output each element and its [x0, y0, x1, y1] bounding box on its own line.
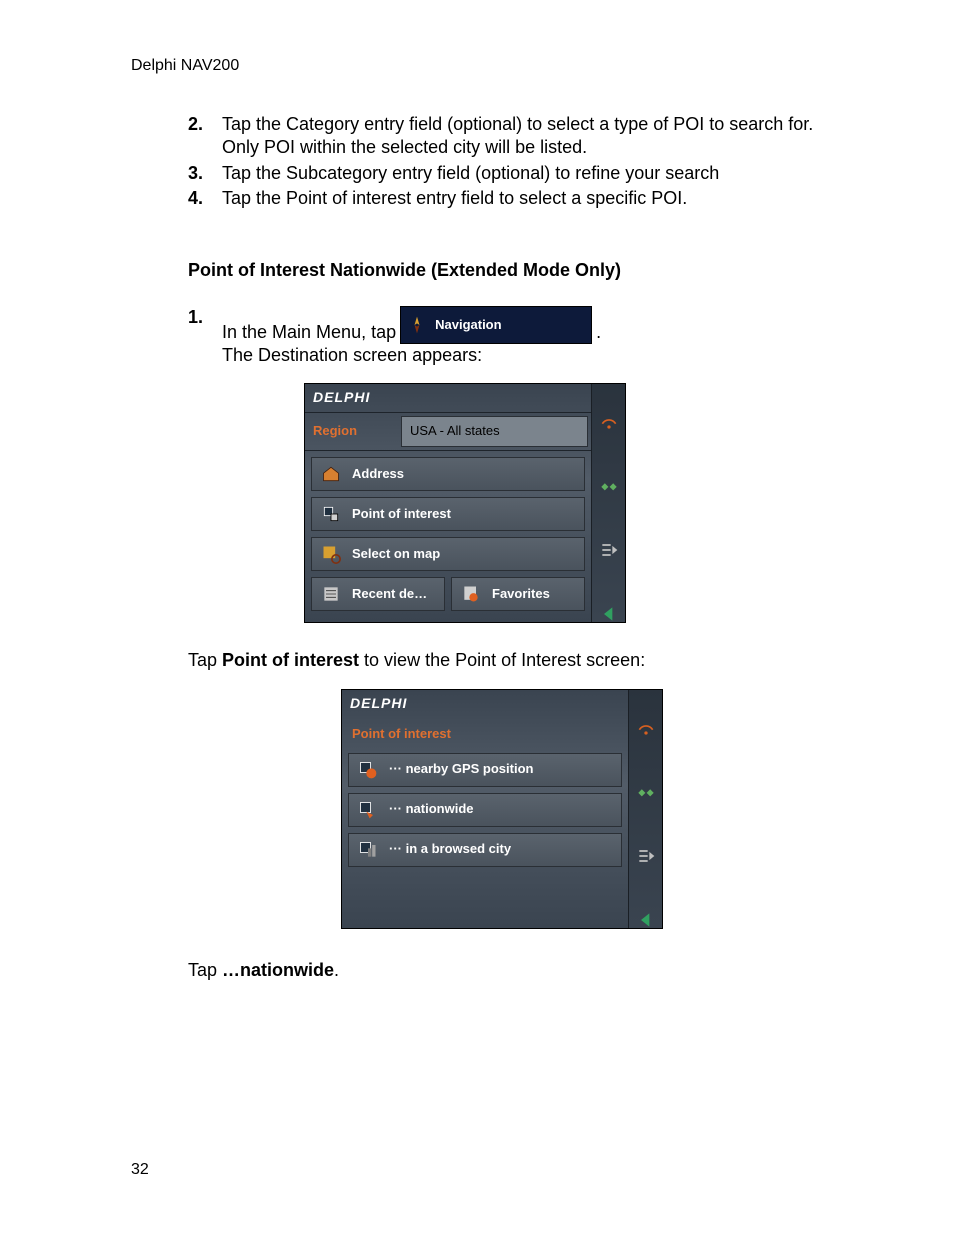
destination-screen: DELPHI Region USA - All states Address P… [304, 383, 626, 623]
step-text: Tap the Point of interest entry field to… [222, 187, 816, 210]
row-label: Recent de… [352, 586, 427, 603]
menu-back-icon[interactable] [592, 540, 625, 560]
after-bold: …nationwide [222, 960, 334, 980]
brand-label: DELPHI [342, 690, 628, 718]
step-number: 2. [188, 113, 222, 160]
signal-icon[interactable] [629, 718, 662, 738]
device-sidebar [591, 384, 625, 622]
step1-post: The Destination screen appears: [222, 344, 482, 367]
recent-icon [318, 584, 344, 604]
navigation-button[interactable]: Navigation [400, 306, 592, 344]
top-steps-list: 2. Tap the Category entry field (optiona… [188, 113, 816, 211]
row-label: Select on map [352, 546, 440, 563]
poi-row[interactable]: Point of interest [311, 497, 585, 531]
menu-back-icon[interactable] [629, 846, 662, 866]
mid-bold: Point of interest [222, 650, 359, 670]
after-instruction: Tap …nationwide. [188, 959, 816, 982]
step-text: Tap the Category entry field (optional) … [222, 113, 816, 160]
mid-pre: Tap [188, 650, 222, 670]
satellite-icon[interactable] [592, 476, 625, 496]
back-icon[interactable] [592, 604, 625, 624]
nation-icon [355, 800, 381, 820]
header-product: Delphi NAV200 [131, 57, 239, 75]
mid-post: to view the Point of Interest screen: [359, 650, 645, 670]
step1-pre: In the Main Menu, tap [222, 321, 396, 344]
city-icon [355, 840, 381, 860]
region-value[interactable]: USA - All states [401, 416, 588, 447]
step-item: 2. Tap the Category entry field (optiona… [188, 113, 816, 160]
step-number: 3. [188, 162, 222, 185]
step-1: 1. In the Main Menu, tap Navigation . Th… [188, 306, 816, 623]
main-content: 2. Tap the Category entry field (optiona… [188, 113, 816, 982]
after-post: . [334, 960, 339, 980]
favorites-icon [458, 584, 484, 604]
device-sidebar [628, 690, 662, 928]
poi-icon [318, 504, 344, 524]
compass-icon [405, 313, 429, 337]
brand-label: DELPHI [305, 384, 591, 412]
section-title: Point of Interest Nationwide (Extended M… [188, 259, 816, 282]
step-item: 4. Tap the Point of interest entry field… [188, 187, 816, 210]
after-pre: Tap [188, 960, 222, 980]
satellite-icon[interactable] [629, 782, 662, 802]
step-number: 4. [188, 187, 222, 210]
signal-icon[interactable] [592, 412, 625, 432]
poi-gps-row[interactable]: ··· nearby GPS position [348, 753, 622, 787]
poi-title: Point of interest [342, 718, 628, 747]
navigation-button-label: Navigation [435, 317, 501, 334]
row-label: ··· nationwide [389, 801, 474, 818]
row-label: Address [352, 466, 404, 483]
map-pick-icon [318, 544, 344, 564]
poi-nationwide-row[interactable]: ··· nationwide [348, 793, 622, 827]
row-label: Point of interest [352, 506, 451, 523]
poi-city-row[interactable]: ··· in a browsed city [348, 833, 622, 867]
page-number: 32 [131, 1161, 149, 1179]
house-icon [318, 464, 344, 484]
region-row[interactable]: Region USA - All states [305, 412, 591, 451]
select-map-row[interactable]: Select on map [311, 537, 585, 571]
row-label: ··· nearby GPS position [389, 761, 533, 778]
row-label: ··· in a browsed city [389, 841, 511, 858]
step-item: 3. Tap the Subcategory entry field (opti… [188, 162, 816, 185]
favorites-row[interactable]: Favorites [451, 577, 585, 611]
mid-instruction: Tap Point of interest to view the Point … [188, 649, 816, 672]
address-row[interactable]: Address [311, 457, 585, 491]
step-text: Tap the Subcategory entry field (optiona… [222, 162, 816, 185]
gps-icon [355, 760, 381, 780]
step-number: 1. [188, 306, 222, 623]
row-label: Favorites [492, 586, 550, 603]
region-label: Region [305, 417, 401, 446]
back-icon[interactable] [629, 910, 662, 930]
recent-row[interactable]: Recent de… [311, 577, 445, 611]
poi-screen: DELPHI Point of interest ··· nearby GPS … [341, 689, 663, 929]
